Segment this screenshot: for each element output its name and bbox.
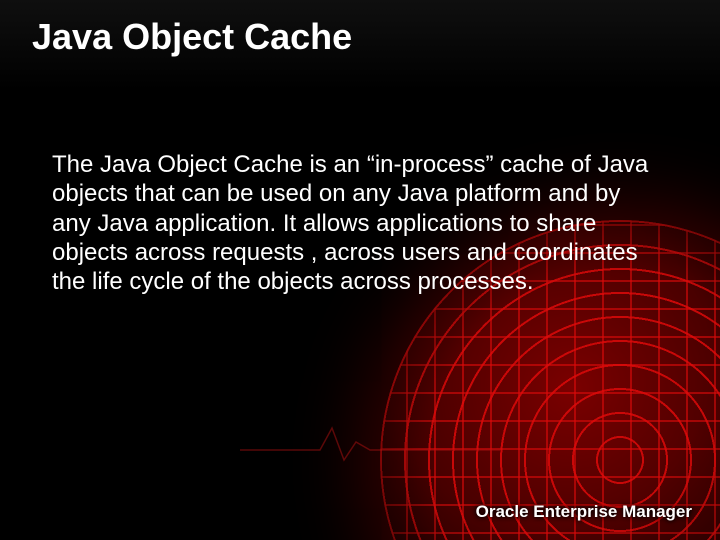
slide-title: Java Object Cache: [32, 16, 352, 58]
slide-body-text: The Java Object Cache is an “in-process”…: [52, 150, 652, 296]
pulse-line-graphic: [240, 422, 500, 462]
slide-footer: Oracle Enterprise Manager: [476, 502, 692, 522]
slide: Java Object Cache The Java Object Cache …: [0, 0, 720, 540]
